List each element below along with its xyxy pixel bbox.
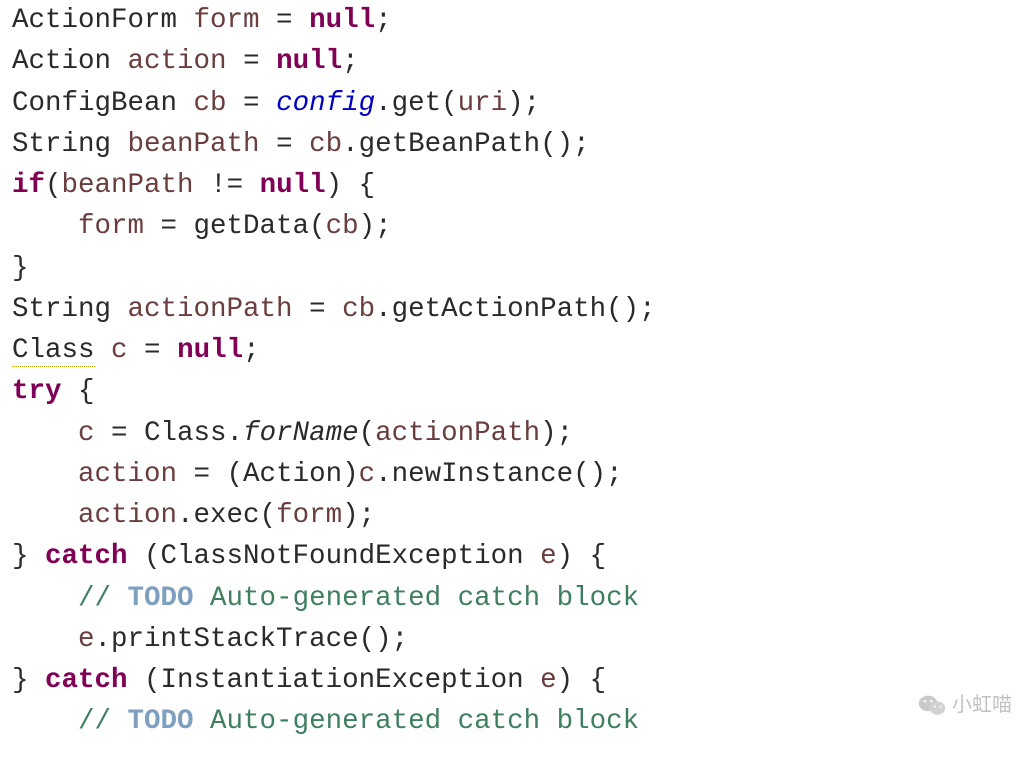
code-token: TODO — [128, 706, 194, 737]
code-token: = — [227, 88, 277, 119]
code-token: uri — [458, 88, 508, 119]
code-token: String — [12, 294, 128, 325]
code-token — [95, 335, 112, 366]
code-token — [12, 418, 78, 449]
code-token: (ClassNotFoundException — [128, 541, 541, 572]
code-token: ( — [359, 418, 376, 449]
code-token: try — [12, 376, 62, 407]
code-token: ) { — [326, 170, 376, 201]
code-token — [12, 459, 78, 490]
code-token: } — [12, 253, 29, 284]
code-token: .get( — [375, 88, 458, 119]
code-token: } — [12, 665, 45, 696]
code-token: .newInstance(); — [375, 459, 623, 490]
code-token: ActionForm — [12, 5, 194, 36]
code-token: ConfigBean — [12, 88, 194, 119]
code-token: } — [12, 541, 45, 572]
code-token: Class — [12, 335, 95, 367]
code-token: = getData( — [144, 211, 326, 242]
code-token: cb — [309, 129, 342, 160]
code-token: .printStackTrace(); — [95, 624, 409, 655]
code-token: ( — [45, 170, 62, 201]
code-token: { — [62, 376, 95, 407]
code-token: = — [260, 5, 310, 36]
code-token: form — [78, 211, 144, 242]
code-token: cb — [194, 88, 227, 119]
code-token: Action — [12, 46, 128, 77]
code-token: null — [177, 335, 243, 366]
code-token: c — [359, 459, 376, 490]
code-token: action — [78, 459, 177, 490]
code-token: ) { — [557, 665, 607, 696]
code-token: // — [78, 583, 128, 614]
code-token: e — [78, 624, 95, 655]
code-token: ; — [342, 46, 359, 77]
code-token: ; — [375, 5, 392, 36]
code-token — [12, 583, 78, 614]
code-token: // — [78, 706, 128, 737]
code-token: ) { — [557, 541, 607, 572]
code-token: ); — [359, 211, 392, 242]
code-token: actionPath — [128, 294, 293, 325]
code-token: actionPath — [375, 418, 540, 449]
code-token: null — [260, 170, 326, 201]
code-snippet: ActionForm form = null; Action action = … — [0, 0, 1026, 743]
code-token: ); — [342, 500, 375, 531]
code-token: Auto-generated catch block — [194, 706, 640, 737]
code-token: config — [276, 88, 375, 119]
code-token: .exec( — [177, 500, 276, 531]
code-token: catch — [45, 665, 128, 696]
code-token: c — [78, 418, 95, 449]
code-token: if — [12, 170, 45, 201]
code-token — [12, 500, 78, 531]
code-token: action — [78, 500, 177, 531]
code-token: ); — [540, 418, 573, 449]
code-token: cb — [326, 211, 359, 242]
code-token: cb — [342, 294, 375, 325]
code-token: null — [309, 5, 375, 36]
code-token: ); — [507, 88, 540, 119]
code-token: .getBeanPath(); — [342, 129, 590, 160]
code-token: != — [194, 170, 260, 201]
code-token: = — [128, 335, 178, 366]
code-token: form — [194, 5, 260, 36]
code-token: Auto-generated catch block — [194, 583, 640, 614]
code-token: catch — [45, 541, 128, 572]
code-token: = Class. — [95, 418, 244, 449]
code-token: beanPath — [62, 170, 194, 201]
code-token: = — [293, 294, 343, 325]
code-token: = — [227, 46, 277, 77]
code-token — [12, 624, 78, 655]
code-token: String — [12, 129, 128, 160]
code-token: beanPath — [128, 129, 260, 160]
code-token: action — [128, 46, 227, 77]
code-token: = (Action) — [177, 459, 359, 490]
code-token — [12, 706, 78, 737]
code-token: form — [276, 500, 342, 531]
code-token: null — [276, 46, 342, 77]
code-token: = — [260, 129, 310, 160]
code-token: (InstantiationException — [128, 665, 541, 696]
code-token: TODO — [128, 583, 194, 614]
code-token: ; — [243, 335, 260, 366]
code-token — [12, 211, 78, 242]
code-token: e — [540, 665, 557, 696]
code-token: c — [111, 335, 128, 366]
code-token: e — [540, 541, 557, 572]
code-token: .getActionPath(); — [375, 294, 656, 325]
code-token: forName — [243, 418, 359, 449]
